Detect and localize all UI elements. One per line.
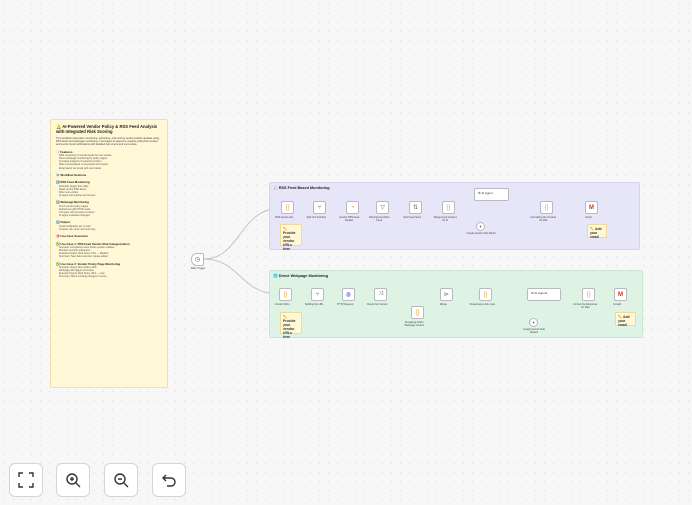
sort-icon: ⇅ (412, 205, 419, 211)
ai-agent1-node[interactable]: ⚙ AI Agent1 (527, 288, 561, 301)
workflow-description-note[interactable]: 🔔 AI-Powered Vendor Policy & RSS Feed An… (50, 119, 168, 388)
vendor-urls-node[interactable]: {} Vendor URLs (275, 288, 292, 306)
group-title: 🌐 Direct Webpage Monitoring (273, 274, 329, 278)
clock-icon: ◷ (194, 257, 201, 263)
provide-urls-sticky[interactable]: ✏️ Provide your vendor URLs here (280, 312, 302, 339)
zoom-in-icon (66, 473, 81, 488)
daily-trigger-node[interactable]: ◷ (191, 253, 204, 266)
gmail1-node[interactable]: M Gmail1 (613, 288, 627, 306)
gmail-node[interactable]: M Gmail (585, 201, 598, 219)
globe-icon: ◍ (345, 292, 352, 298)
output-item: Includes risk score and summary (59, 227, 96, 231)
undo-icon (162, 474, 176, 487)
gemini-model1-node[interactable]: ✦ (529, 318, 538, 327)
format-mail-node[interactable]: {} Formatting the Content for Mail (530, 201, 556, 222)
gemini-icon: ✦ (531, 320, 536, 325)
add-email-sticky[interactable]: ✏️ Add your email (587, 224, 607, 239)
gmail-icon: M (589, 204, 594, 211)
gemini-model1-label: Google Gemini Chat Model1 (523, 328, 545, 334)
gmail-icon: M (618, 291, 623, 298)
gemini-model-label: Google Gemini Chat Model (466, 232, 496, 235)
workflow-heading: ⚙️ Workflow Sections (56, 172, 87, 177)
code-braces-icon: {} (586, 291, 591, 298)
sort-node[interactable]: ⇅ Sort Feed Items (403, 201, 422, 219)
fit-view-icon (18, 472, 34, 488)
branch-icon: ⤨ (378, 291, 383, 297)
merge-node[interactable]: ⊳ Merge (440, 288, 453, 306)
http-request-node[interactable]: ◍ HTTP Request (337, 288, 355, 306)
gemini-model-node[interactable]: ✦ (476, 222, 485, 231)
merge-icon: ⊳ (443, 292, 450, 298)
add-email-sticky[interactable]: ✏️ Add your email (615, 312, 636, 327)
usecase-heading: 🎯 Use Case Scenarios (56, 233, 89, 238)
merge-content-node[interactable]: {} Merge Feed Content for AI (434, 201, 457, 222)
zoom-out-icon (114, 473, 129, 488)
trigger-label: Daily Trigger (190, 267, 206, 270)
zoom-in-button[interactable] (56, 463, 90, 497)
split-url-node[interactable]: ⑂ Splitting the URL (305, 288, 324, 306)
split-icon: ⑂ (315, 291, 320, 298)
rss-reader-node[interactable]: ◔ Vendor RSS Feed Reader (339, 201, 359, 222)
stream-files-node[interactable]: {} Streaming as File Lists (470, 288, 495, 306)
usecase2-item: Summary: Minor wording changes in terms (59, 275, 107, 279)
scrape-content-node[interactable]: {} Scrapping Article Webpage content (404, 306, 424, 327)
note-title: 🔔 AI-Powered Vendor Policy & RSS Feed An… (56, 124, 158, 134)
code-braces-icon: {} (446, 204, 451, 211)
usecase1-item: Summary: New data retention clause added (59, 255, 108, 259)
fit-view-button[interactable] (9, 463, 43, 497)
note-intro: This workflow automates monitoring, extr… (56, 137, 160, 147)
rss-feed-links-node[interactable]: {} RSS Feed Links (275, 201, 294, 219)
web-item: AI agent evaluates changes (59, 214, 90, 218)
feature-item: Email alerts via Gmail with summaries (59, 166, 102, 170)
code-braces-icon: {} (544, 204, 549, 211)
undo-button[interactable] (152, 463, 186, 497)
format-response-node[interactable]: {} Format the Response for Mail (573, 288, 597, 309)
zoom-out-button[interactable] (104, 463, 138, 497)
split-icon: ⑂ (317, 204, 322, 211)
rss-icon: ◔ (350, 204, 355, 211)
split-out-vendors-node[interactable]: ⑂ Split Out Vendors (307, 201, 326, 219)
group-title: 📰 RSS Feed Based Monitoring (273, 186, 330, 190)
rss-item: AI agent summarizes and scores (59, 194, 96, 198)
code-braces-icon: {} (415, 309, 420, 316)
ai-agent-node[interactable]: ⚙ AI Agent (474, 188, 509, 201)
code-braces-icon: {} (483, 291, 488, 298)
filter-node[interactable]: ▽ Filtering last 24hrs Feed (369, 201, 389, 222)
code-braces-icon: {} (283, 291, 288, 298)
filter-icon: ▽ (380, 205, 385, 211)
check-version-node[interactable]: ⤨ Check File Version (367, 288, 388, 306)
code-braces-icon: {} (285, 204, 290, 211)
gemini-icon: ✦ (478, 224, 483, 229)
provide-urls-sticky[interactable]: ✏️ Provide your vendor URLs here (280, 224, 302, 251)
